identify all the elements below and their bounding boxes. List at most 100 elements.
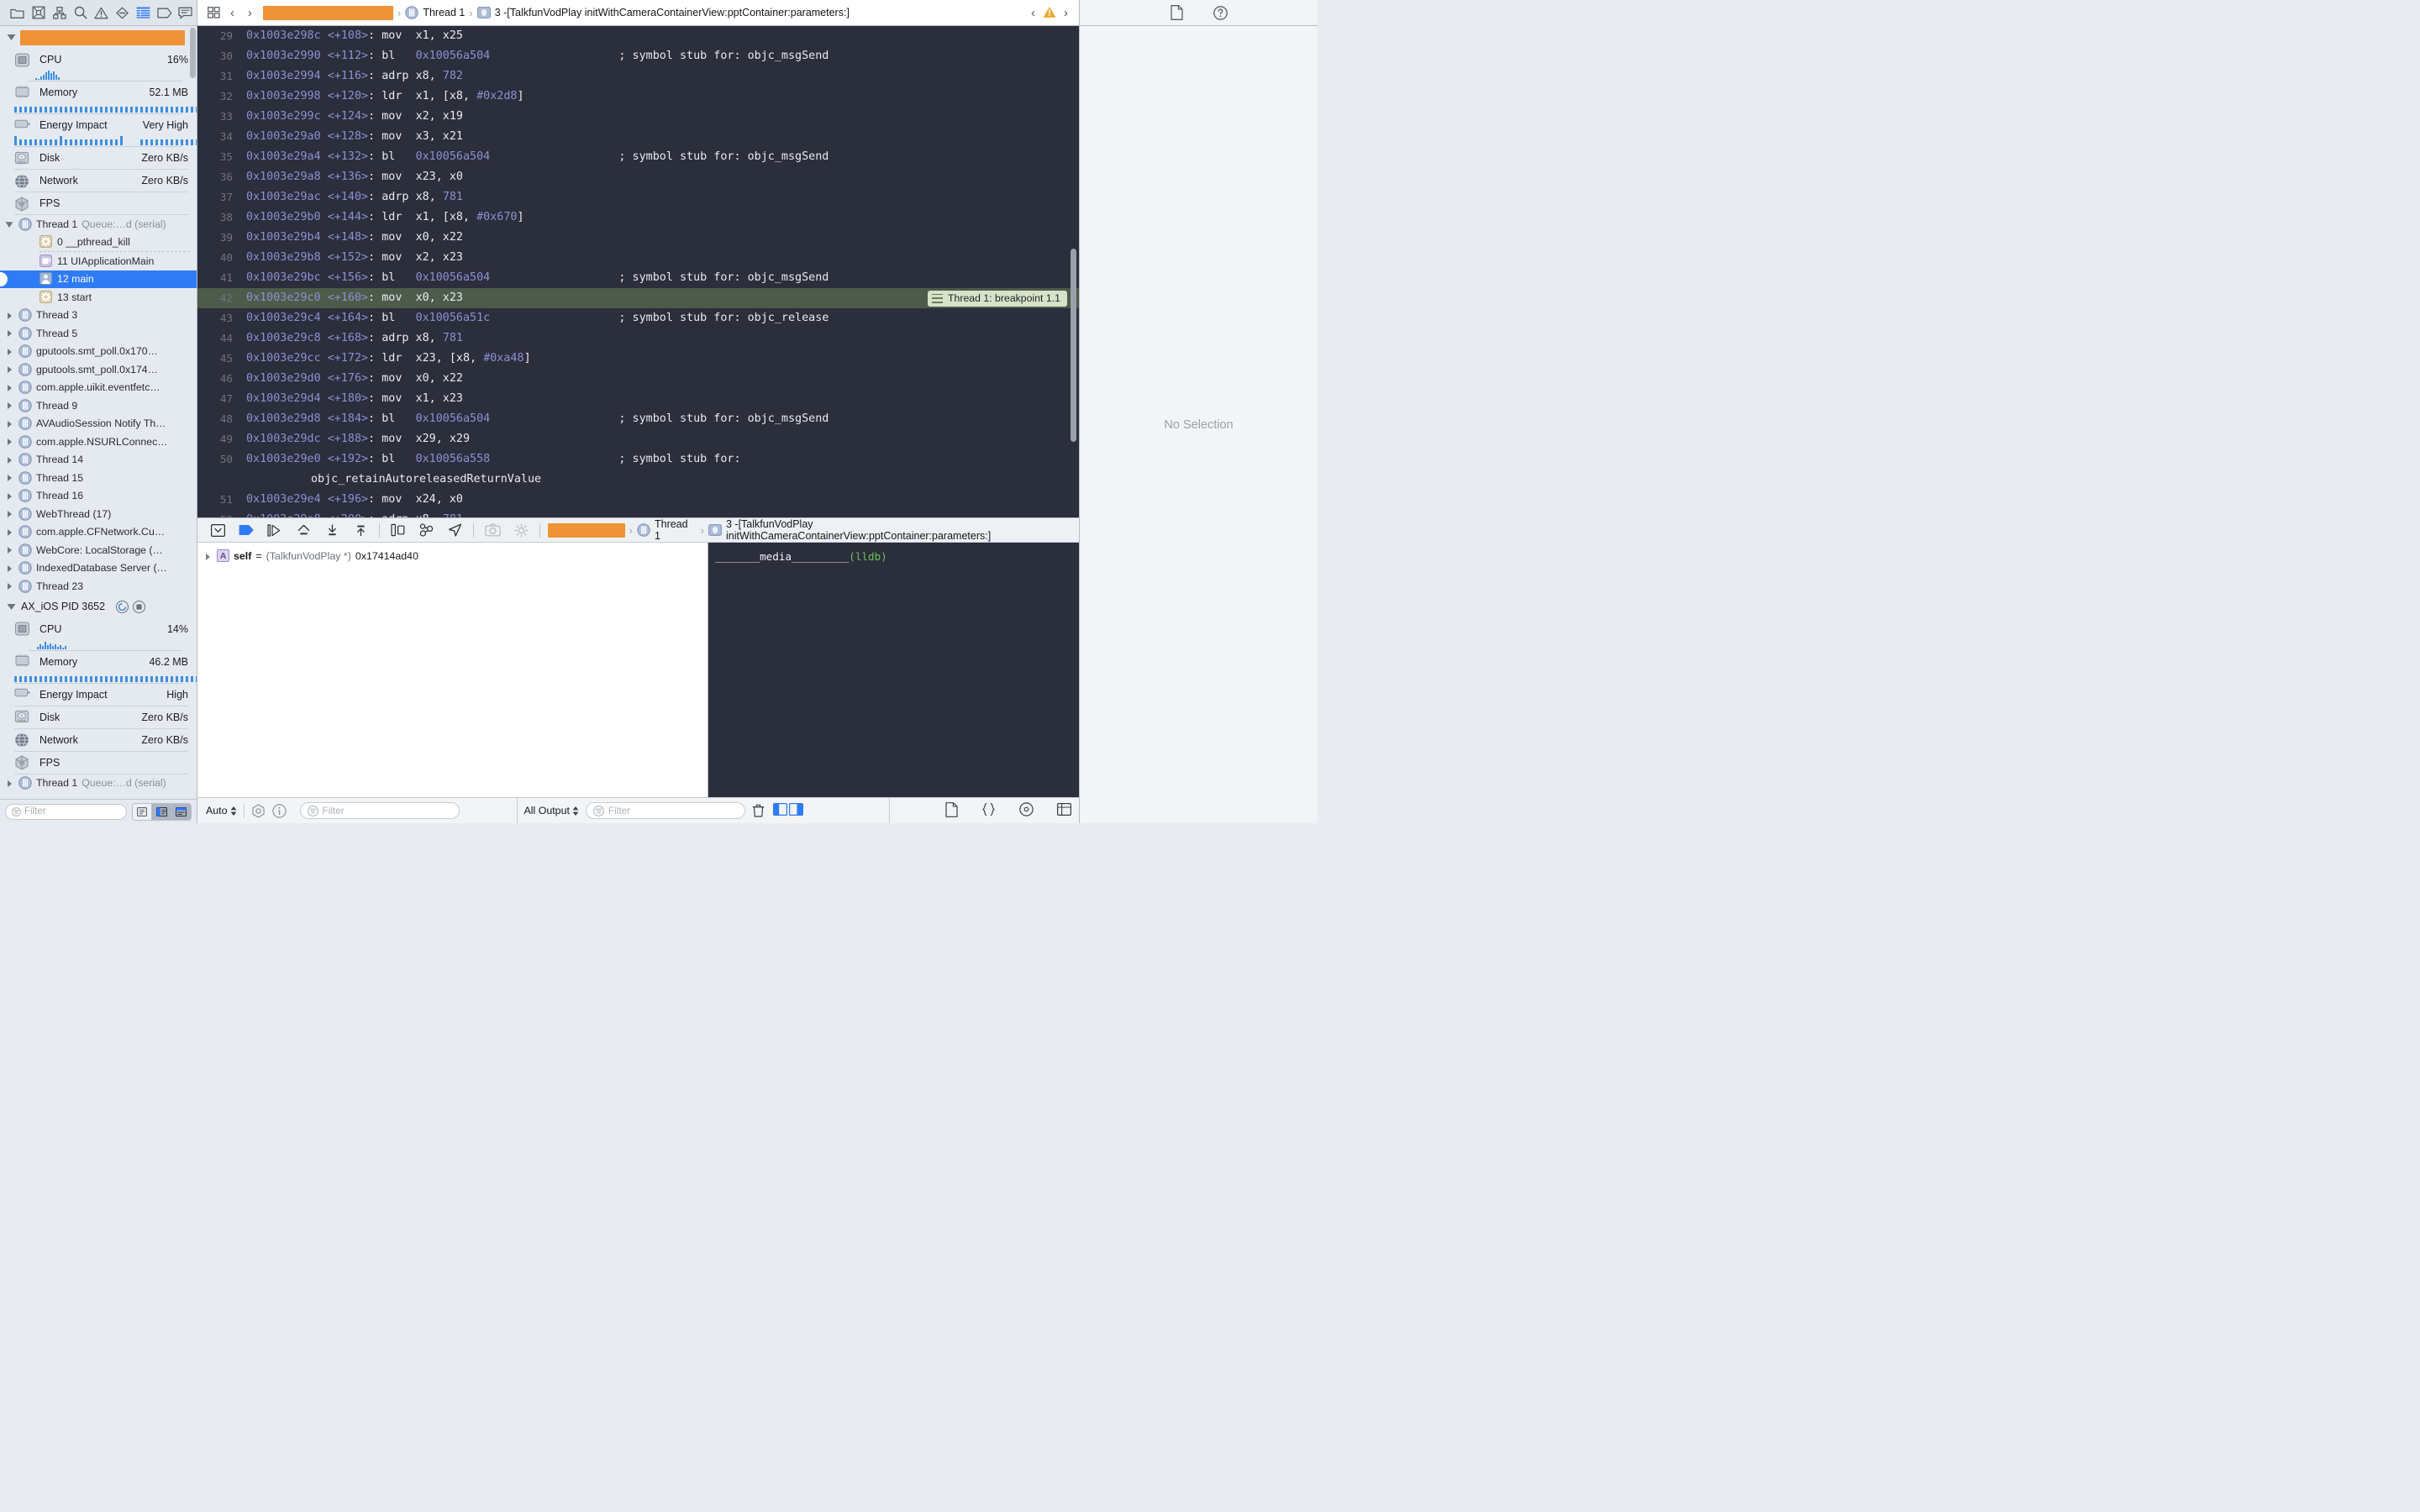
gauge-memory-2[interactable]: Memory 46.2 MB (0, 651, 197, 673)
thread-row[interactable]: IndexedDatabase Server (… (0, 559, 197, 578)
step-out-button[interactable] (318, 519, 346, 541)
console-filter-input[interactable]: Filter (585, 802, 745, 819)
thread-row[interactable]: Thread 14 (0, 451, 197, 470)
related-items-icon[interactable] (204, 3, 223, 22)
assembly-line[interactable]: 34 0x1003e29a0 <+128>: mov x3, x21 (197, 127, 1079, 147)
media-library-icon[interactable] (1019, 802, 1034, 819)
search-icon[interactable] (70, 3, 91, 23)
disclosure-triangle-icon[interactable] (5, 455, 14, 465)
debug-view-hierarchy-icon[interactable] (384, 519, 413, 541)
stack-frame-row[interactable]: 13 start (0, 288, 197, 307)
thread-row[interactable]: Thread 1 Queue:…d (serial) (0, 215, 197, 234)
pause-badge-icon[interactable] (116, 600, 129, 613)
warning-triangle-icon[interactable] (1043, 6, 1056, 19)
console-scope-menu[interactable]: All Output (524, 805, 579, 816)
back-chevron-icon[interactable]: ‹ (224, 3, 240, 22)
disclosure-triangle-icon[interactable] (5, 779, 14, 788)
gauge-cpu[interactable]: CPU 16% (0, 49, 197, 71)
assembly-line[interactable]: 49 0x1003e29dc <+188>: mov x29, x29 (197, 429, 1079, 449)
assembly-line[interactable]: 51 0x1003e29e4 <+196>: mov x24, x0 (197, 490, 1079, 510)
capture-gpu-frame-icon[interactable] (478, 519, 507, 541)
thread-row[interactable]: AVAudioSession Notify Th… (0, 415, 197, 433)
assembly-line[interactable]: 42 0x1003e29c0 <+160>: mov x0, x23 Thread … (197, 288, 1079, 308)
thread-row[interactable]: Thread 23 (0, 577, 197, 596)
gauge-disk[interactable]: Disk Zero KB/s (0, 147, 197, 169)
next-issue-icon[interactable]: › (1058, 3, 1074, 22)
jumpbar-thread-crumb[interactable]: Thread 1 (405, 6, 465, 19)
show-console-pane-icon[interactable] (788, 802, 803, 818)
disclosure-triangle-icon[interactable] (5, 347, 14, 356)
stack-frame-row[interactable]: 12 main (0, 270, 197, 288)
thread-row[interactable]: Thread 9 (0, 396, 197, 415)
file-inspector-icon[interactable] (945, 801, 958, 820)
object-library-icon[interactable] (1057, 803, 1072, 818)
breakpoint-indicator[interactable]: Thread 1: breakpoint 1.1 (928, 290, 1067, 307)
gauge-fps[interactable]: FPS (0, 192, 197, 214)
test-diamond-icon[interactable] (112, 3, 133, 23)
assembly-line[interactable]: 45 0x1003e29cc <+172>: ldr x23, [x8, #0xa… (197, 349, 1079, 369)
disclosure-triangle-icon[interactable] (204, 552, 213, 560)
debug-list-icon[interactable] (133, 3, 154, 23)
gauge-fps-2[interactable]: FPS (0, 752, 197, 774)
thread-row[interactable]: WebThread (17) (0, 505, 197, 523)
assembly-line[interactable]: 29 0x1003e298c <+108>: mov x1, x25 (197, 26, 1079, 46)
trash-icon[interactable] (752, 804, 766, 818)
process-2-thread-1[interactable]: Thread 1 Queue:…d (serial) (0, 774, 197, 793)
assembly-line[interactable]: 30 0x1003e2990 <+112>: bl 0x10056a504 ; s… (197, 46, 1079, 66)
variable-row[interactable]: A self = (TalkfunVodPlay *) 0x17414ad40 (204, 548, 708, 564)
console-view[interactable]: _______media_________(lldb) (708, 543, 1079, 797)
disclosure-triangle-icon[interactable] (5, 419, 14, 428)
symbol-hierarchy-icon[interactable] (49, 3, 70, 23)
assembly-line[interactable]: 40 0x1003e29b8 <+152>: mov x2, x23 (197, 248, 1079, 268)
thread-row[interactable]: gputools.smt_poll.0x170… (0, 343, 197, 361)
variables-filter-input[interactable]: Filter (299, 802, 460, 819)
breakpoint-tag-icon[interactable] (154, 3, 175, 23)
variables-view[interactable]: A self = (TalkfunVodPlay *) 0x17414ad40 (197, 543, 708, 797)
jumpbar-frame-crumb[interactable]: 3 -[TalkfunVodPlay initWithCameraContain… (476, 6, 850, 19)
disclosure-triangle-icon[interactable] (5, 564, 14, 573)
stop-badge-icon[interactable] (133, 600, 146, 613)
disclosure-triangle-icon[interactable] (5, 383, 14, 392)
assembly-line[interactable]: 37 0x1003e29ac <+140>: adrp x8, 781 (197, 187, 1079, 207)
info-circle-icon[interactable] (271, 803, 287, 818)
assembly-line[interactable]: 39 0x1003e29b4 <+148>: mov x0, x22 (197, 228, 1079, 248)
disclosure-triangle-icon[interactable] (5, 473, 14, 482)
assembly-line[interactable]: 44 0x1003e29c8 <+168>: adrp x8, 781 (197, 328, 1079, 349)
navigator-filter-input[interactable]: Filter (5, 803, 127, 820)
gauge-memory[interactable]: Memory 52.1 MB (0, 81, 197, 103)
assembly-line[interactable]: 38 0x1003e29b0 <+144>: ldr x1, [x8, #0x67… (197, 207, 1079, 228)
disclosure-triangle-icon[interactable] (5, 311, 14, 320)
gauge-network[interactable]: Network Zero KB/s (0, 170, 197, 192)
hide-debug-area-icon[interactable] (204, 519, 233, 541)
folder-icon[interactable] (7, 3, 28, 23)
disclosure-triangle-icon[interactable] (5, 581, 14, 591)
show-only-crashed-icon[interactable] (133, 803, 152, 820)
disclosure-triangle-icon[interactable] (5, 491, 14, 501)
disclosure-triangle-icon[interactable] (5, 545, 14, 554)
source-control-icon[interactable] (28, 3, 49, 23)
disclosure-triangle-icon[interactable] (5, 328, 14, 338)
stack-frame-row[interactable]: 11 UIApplicationMain (0, 252, 197, 270)
file-inspector-icon[interactable] (1168, 3, 1186, 22)
editor-scrollbar[interactable] (1071, 249, 1076, 442)
project-crumb-redacted[interactable] (263, 5, 393, 20)
warning-triangle-icon[interactable] (91, 3, 112, 23)
disclosure-triangle-icon[interactable] (5, 509, 14, 518)
process-2-header[interactable]: AX_iOS PID 3652 (0, 596, 197, 618)
step-over-button[interactable] (261, 519, 290, 541)
quick-help-icon[interactable] (1212, 3, 1230, 22)
previous-issue-icon[interactable]: ‹ (1025, 3, 1041, 22)
assembly-line[interactable]: 48 0x1003e29d8 <+184>: bl 0x10056a504 ; s… (197, 409, 1079, 429)
step-out-alt-button[interactable] (346, 519, 375, 541)
disclosure-triangle-icon[interactable] (5, 528, 14, 537)
debug-frame-crumb[interactable]: 3 -[TalkfunVodPlay initWithCameraContain… (708, 518, 1079, 542)
assembly-line[interactable]: 32 0x1003e2998 <+120>: ldr x1, [x8, #0x2d… (197, 87, 1079, 107)
assembly-line[interactable]: 50 0x1003e29e0 <+192>: bl 0x10056a558 ; s… (197, 449, 1079, 470)
step-into-button[interactable] (289, 519, 318, 541)
continue-button[interactable] (233, 519, 261, 541)
disclosure-triangle-icon[interactable] (5, 601, 17, 612)
disclosure-triangle-icon[interactable] (5, 437, 14, 446)
assembly-line[interactable]: 36 0x1003e29a8 <+136>: mov x23, x0 (197, 167, 1079, 187)
debug-settings-icon[interactable] (507, 519, 535, 541)
thread-row[interactable]: Thread 16 (0, 487, 197, 506)
